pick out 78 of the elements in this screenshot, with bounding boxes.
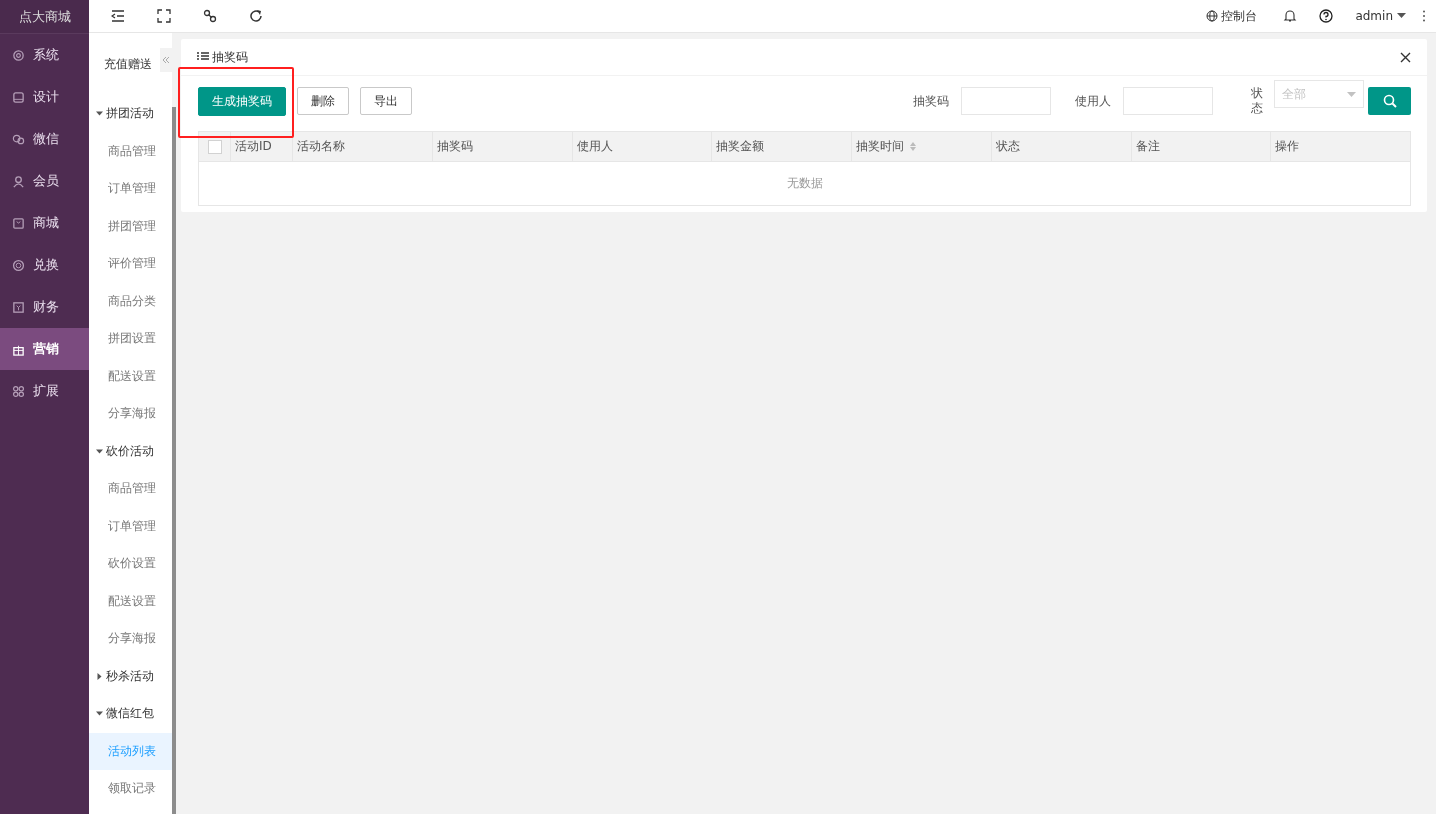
- submenu-item[interactable]: 分享海报: [89, 620, 172, 658]
- column-header: 状态: [995, 139, 1020, 153]
- submenu-item[interactable]: 拼团设置: [89, 320, 172, 358]
- monitor-icon: [12, 90, 25, 104]
- brand-name: 点大商城: [0, 0, 89, 34]
- submenu-item[interactable]: 订单管理: [89, 170, 172, 208]
- bell-icon[interactable]: [1283, 9, 1298, 23]
- generate-button[interactable]: 生成抽奖码: [198, 86, 286, 116]
- nav-item[interactable]: 扩展: [0, 370, 89, 412]
- input-field[interactable]: [1123, 87, 1213, 115]
- link-icon[interactable]: [203, 9, 217, 23]
- filter-label: 抽奖码: [913, 92, 949, 110]
- submenu-group[interactable]: 微信红包: [89, 695, 172, 733]
- search-icon: [1382, 94, 1397, 108]
- submenu-item[interactable]: 砍价设置: [89, 545, 172, 583]
- nav-item[interactable]: 营销: [0, 328, 89, 370]
- input-field[interactable]: [961, 87, 1051, 115]
- submenu-item[interactable]: 商品分类: [89, 282, 172, 320]
- caret-icon: [96, 710, 103, 718]
- submenu-item[interactable]: 配送设置: [89, 582, 172, 620]
- ledger-icon: [12, 300, 25, 314]
- close-icon[interactable]: [1400, 51, 1411, 63]
- chat-icon: [12, 132, 25, 146]
- grid-icon: [12, 384, 25, 398]
- nav-item[interactable]: 商城: [0, 202, 89, 244]
- column-header: 抽奖时间: [856, 139, 904, 153]
- submenu-item[interactable]: 商品管理: [89, 470, 172, 508]
- nav-item[interactable]: 会员: [0, 160, 89, 202]
- action-button[interactable]: 导出: [360, 87, 412, 115]
- panel-title: 抽奖码: [212, 48, 248, 66]
- coin-icon: [12, 258, 25, 272]
- chevrons-icon: [162, 56, 170, 64]
- column-header: 备注: [1135, 139, 1160, 153]
- menu-icon[interactable]: [111, 9, 125, 23]
- submenu-group[interactable]: 拼团活动: [89, 95, 172, 133]
- column-header: 活动名称: [297, 139, 345, 153]
- help-icon[interactable]: [1319, 9, 1334, 23]
- empty-message: 无数据: [786, 176, 823, 190]
- user-icon: [12, 174, 25, 188]
- column-header: 活动ID: [235, 139, 272, 153]
- nav-item[interactable]: 系统: [0, 34, 89, 76]
- user-menu[interactable]: admin: [1355, 9, 1393, 23]
- nav-item[interactable]: 设计: [0, 76, 89, 118]
- action-button[interactable]: 删除: [297, 87, 349, 115]
- fullscreen-icon[interactable]: [157, 9, 171, 23]
- submenu-item[interactable]: 分享海报: [89, 395, 172, 433]
- submenu-item[interactable]: 订单管理: [89, 507, 172, 545]
- caret-icon: [1397, 13, 1406, 19]
- bag-icon: [12, 216, 25, 230]
- submenu-item[interactable]: 商品管理: [89, 132, 172, 170]
- submenu-group[interactable]: 砍价活动: [89, 432, 172, 470]
- refresh-icon[interactable]: [249, 9, 263, 23]
- list-icon: [197, 52, 209, 62]
- column-header: 抽奖码: [436, 139, 473, 153]
- nav-item[interactable]: 兑换: [0, 244, 89, 286]
- globe-icon: [1206, 10, 1219, 22]
- submenu-item[interactable]: 配送设置: [89, 357, 172, 395]
- caret-icon: [96, 672, 103, 680]
- submenu-group[interactable]: 秒杀活动: [89, 657, 172, 695]
- caret-icon: [96, 110, 103, 118]
- column-header: 抽奖金额: [716, 139, 765, 153]
- column-header: 操作: [1275, 139, 1300, 153]
- filter-label: 使用人: [1075, 92, 1111, 110]
- search-button[interactable]: [1368, 87, 1411, 115]
- submenu-item[interactable]: 拼团管理: [89, 207, 172, 245]
- filter-label: 状态: [1251, 86, 1263, 116]
- column-header: 使用人: [576, 139, 613, 153]
- gear-icon: [12, 48, 25, 62]
- checkbox[interactable]: [207, 139, 222, 154]
- submenu-title: 充值赠送: [104, 55, 152, 73]
- nav-item[interactable]: 微信: [0, 118, 89, 160]
- caret-icon: [1347, 91, 1356, 97]
- nav-item[interactable]: 财务: [0, 286, 89, 328]
- caret-icon: [96, 447, 103, 455]
- submenu-item[interactable]: 领取记录: [89, 770, 172, 808]
- submenu-item[interactable]: 评价管理: [89, 245, 172, 283]
- console-link[interactable]: 控制台: [1221, 7, 1258, 25]
- more-icon[interactable]: [1422, 10, 1426, 22]
